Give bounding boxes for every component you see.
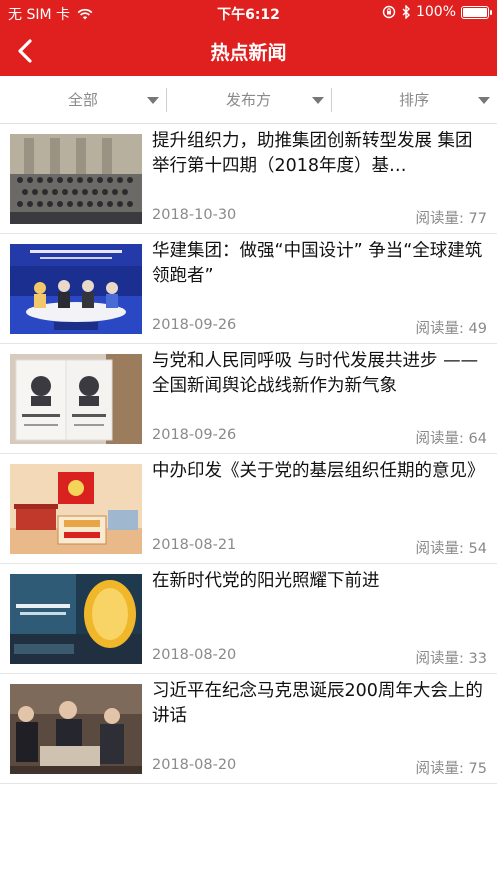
news-date: 2018-08-21 (152, 537, 237, 553)
news-item[interactable]: 与党和人民同呼吸 与时代发展共进步 ——全国新闻舆论战线新作为新气象 2018-… (0, 344, 497, 454)
page-title: 热点新闻 (210, 42, 287, 64)
filter-bar: 全部 发布方 排序 (0, 76, 497, 124)
rotation-lock-icon (382, 5, 396, 19)
filter-label: 全部 (67, 91, 98, 109)
status-bar: 无 SIM 卡 下午6:12 100% (0, 0, 497, 26)
news-date: 2018-08-20 (152, 757, 237, 773)
filter-sort[interactable]: 排序 (331, 76, 497, 123)
news-read-count: 阅读量: 54 (415, 541, 487, 557)
news-item[interactable]: 习近平在纪念马克思诞辰200周年大会上的讲话 2018-08-20 阅读量: 7… (0, 674, 497, 784)
news-title: 在新时代党的阳光照耀下前进 (152, 571, 380, 591)
status-right: 100% (382, 4, 492, 20)
news-item[interactable]: 在新时代党的阳光照耀下前进 2018-08-20 阅读量: 33 (0, 564, 497, 674)
bluetooth-icon (402, 5, 410, 19)
filter-label: 排序 (399, 91, 430, 109)
news-read-count: 阅读量: 33 (415, 651, 487, 667)
battery-percent: 100% (415, 4, 456, 20)
news-item[interactable]: 提升组织力，助推集团创新转型发展 集团举行第十四期（2018年度）基… 2018… (0, 124, 497, 234)
news-read-count: 阅读量: 64 (415, 431, 487, 447)
news-thumbnail (10, 684, 142, 774)
filter-label: 发布方 (226, 91, 272, 109)
news-thumbnail (10, 354, 142, 444)
news-thumbnail (10, 464, 142, 554)
battery-icon (461, 5, 492, 19)
news-title: 华建集团：做强“中国设计” 争当“全球建筑领跑者” (152, 241, 483, 286)
news-read-count: 阅读量: 77 (415, 211, 487, 227)
news-thumbnail (10, 134, 142, 224)
news-date: 2018-08-20 (152, 647, 237, 663)
filter-publisher[interactable]: 发布方 (165, 76, 332, 123)
news-thumbnail (10, 574, 142, 664)
caret-down-icon (312, 97, 325, 104)
news-read-count: 阅读量: 75 (415, 761, 487, 777)
caret-down-icon (146, 97, 159, 104)
news-date: 2018-10-30 (152, 207, 237, 223)
news-title: 与党和人民同呼吸 与时代发展共进步 ——全国新闻舆论战线新作为新气象 (152, 351, 479, 396)
nav-bar: 热点新闻 (0, 26, 497, 76)
filter-all[interactable]: 全部 (0, 76, 166, 123)
news-item[interactable]: 华建集团：做强“中国设计” 争当“全球建筑领跑者” 2018-09-26 阅读量… (0, 234, 497, 344)
news-date: 2018-09-26 (152, 427, 237, 443)
news-title: 提升组织力，助推集团创新转型发展 集团举行第十四期（2018年度）基… (152, 131, 473, 176)
battery-fill (463, 7, 487, 17)
news-title: 中办印发《关于党的基层组织任期的意见》 (152, 461, 485, 481)
news-item[interactable]: 中办印发《关于党的基层组织任期的意见》 2018-08-21 阅读量: 54 (0, 454, 497, 564)
news-date: 2018-09-26 (152, 317, 237, 333)
caret-down-icon (478, 97, 491, 104)
news-list: 提升组织力，助推集团创新转型发展 集团举行第十四期（2018年度）基… 2018… (0, 124, 497, 784)
news-thumbnail (10, 244, 142, 334)
news-title: 习近平在纪念马克思诞辰200周年大会上的讲话 (152, 681, 483, 726)
news-read-count: 阅读量: 49 (415, 321, 487, 337)
